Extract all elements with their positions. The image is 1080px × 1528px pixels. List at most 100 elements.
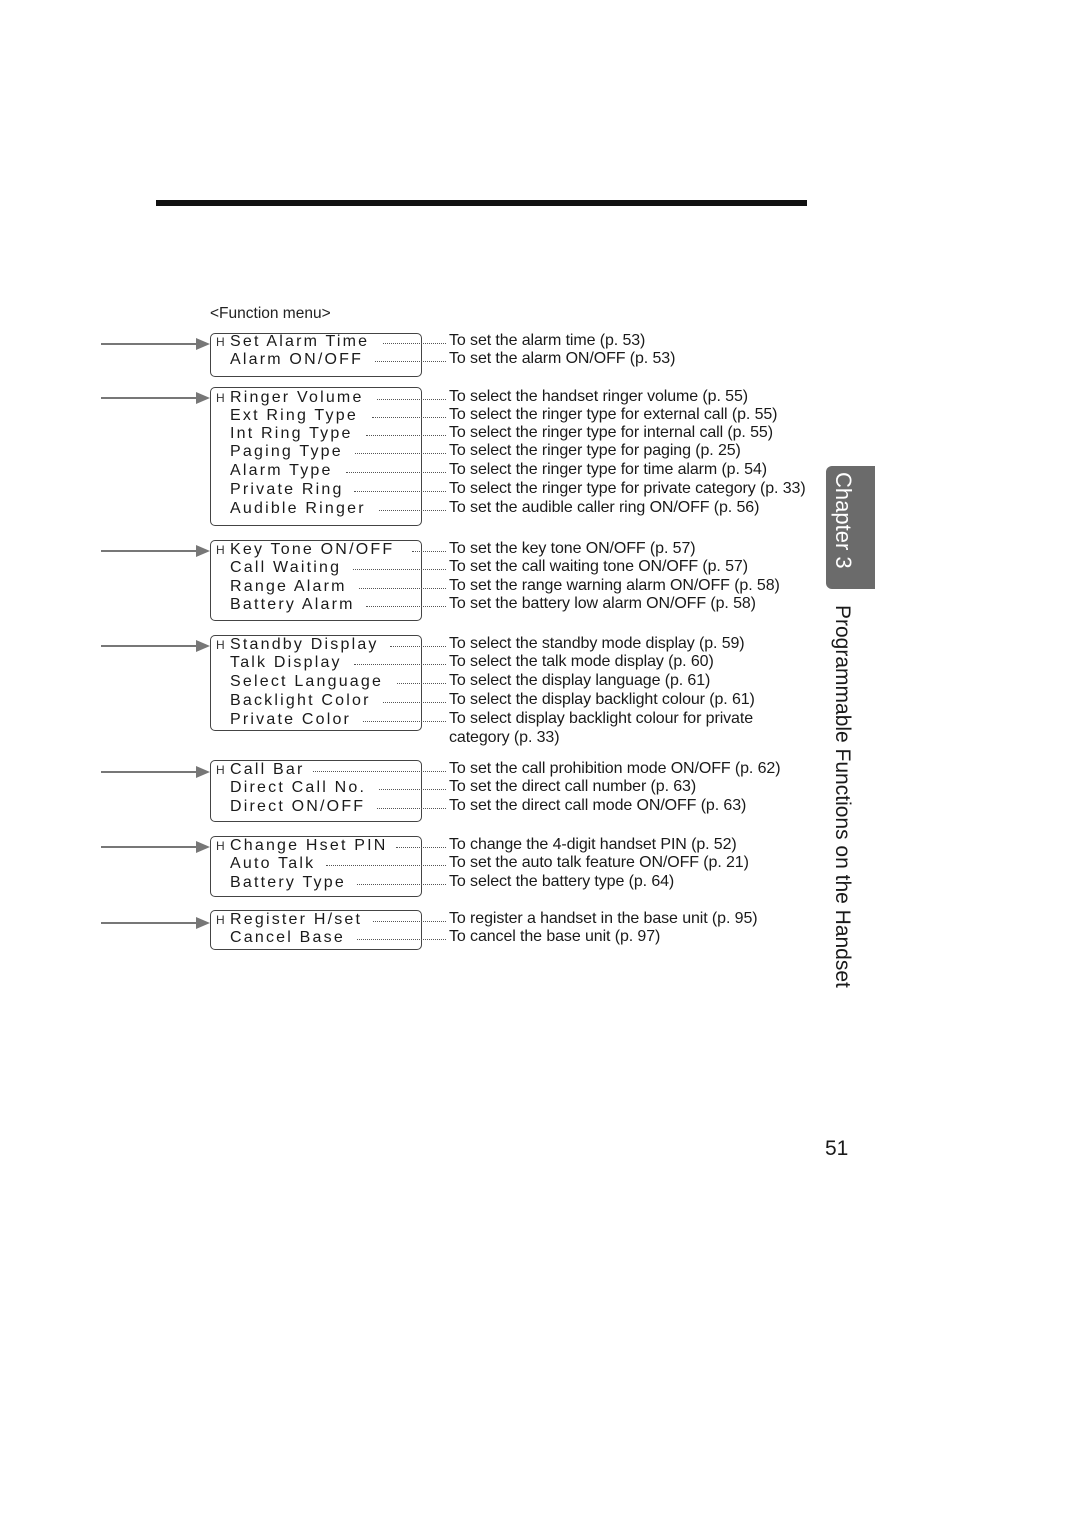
pointer-arrow-icon [101, 640, 210, 652]
menu-item-description: To select the ringer type for external c… [449, 406, 778, 423]
dotted-leader [383, 343, 446, 344]
menu-item-label: Call Bar [230, 761, 305, 778]
menu-group-box: H Set Alarm Time Alarm ON/OFF [210, 333, 422, 377]
menu-group-box: H Change Hset PIN Auto Talk Battery Type [210, 836, 422, 897]
menu-item-label: Battery Type [230, 874, 346, 891]
dotted-leader [363, 721, 446, 722]
menu-item-description: To set the alarm time (p. 53) [449, 332, 646, 349]
menu-item[interactable]: Ext Ring Type [211, 407, 421, 425]
top-rule [156, 200, 807, 206]
menu-item[interactable]: Backlight Color [211, 692, 421, 710]
pointer-arrow-icon [101, 545, 210, 557]
menu-item-label: Direct Call No. [230, 779, 367, 796]
menu-item-description: To set the direct call number (p. 63) [449, 778, 697, 795]
menu-item-label: Private Ring [230, 481, 344, 498]
menu-item-label: Paging Type [230, 443, 343, 460]
cursor-icon: H [216, 763, 225, 777]
menu-item[interactable]: Talk Display [211, 654, 421, 672]
menu-item[interactable]: H Register H/set [211, 911, 421, 929]
menu-item[interactable]: H Ringer Volume [211, 389, 421, 407]
menu-group-box: H Key Tone ON/OFF Call Waiting Range Alarm B… [210, 540, 422, 621]
dotted-leader [346, 472, 446, 473]
menu-item-description: To select the handset ringer volume (p. … [449, 388, 748, 405]
page-number: 51 [825, 1137, 849, 1160]
menu-group-box: H Call Bar Direct Call No. Direct ON/OFF [210, 760, 422, 822]
menu-item-label: Alarm Type [230, 462, 333, 479]
chapter-label: Chapter 3 [831, 472, 856, 569]
dotted-leader [373, 921, 446, 922]
menu-item-description: To select the ringer type for time alarm… [449, 461, 767, 478]
menu-group-box: H Register H/set Cancel Base [210, 910, 422, 950]
menu-item-label: Standby Display [230, 636, 379, 653]
menu-item-label: Talk Display [230, 654, 342, 671]
pointer-arrow-icon [101, 338, 210, 350]
pointer-arrow-icon [101, 841, 210, 853]
dotted-leader [397, 683, 446, 684]
menu-item[interactable]: H Call Bar [211, 761, 421, 779]
menu-item[interactable]: Private Ring [211, 481, 421, 499]
menu-item-label: Register H/set [230, 911, 363, 928]
menu-item-label: Range Alarm [230, 578, 347, 595]
menu-item[interactable]: Call Waiting [211, 559, 421, 577]
menu-item-label: Change Hset PIN [230, 837, 388, 854]
menu-item-description: To select the talk mode display (p. 60) [449, 653, 714, 670]
menu-item-label: Audible Ringer [230, 500, 366, 517]
menu-item-label: Int Ring Type [230, 425, 353, 442]
menu-item-description: To set the audible caller ring ON/OFF (p… [449, 499, 760, 516]
dotted-leader [354, 664, 446, 665]
menu-item[interactable]: Auto Talk [211, 855, 421, 873]
menu-item-description: To change the 4-digit handset PIN (p. 52… [449, 836, 737, 853]
menu-item-label: Direct ON/OFF [230, 798, 366, 815]
menu-item-description: To select display backlight colour for p… [449, 710, 753, 727]
menu-item-description: To select the ringer type for paging (p.… [449, 442, 741, 459]
menu-item[interactable]: Select Language [211, 673, 421, 691]
menu-item-label: Ext Ring Type [230, 407, 358, 424]
menu-item[interactable]: Paging Type [211, 443, 421, 461]
menu-item[interactable]: H Change Hset PIN [211, 837, 421, 855]
dotted-leader [313, 771, 446, 772]
menu-item-description: To set the direct call mode ON/OFF (p. 6… [449, 797, 747, 814]
menu-item[interactable]: Cancel Base [211, 929, 421, 947]
dotted-leader [412, 551, 446, 552]
menu-item[interactable]: Alarm ON/OFF [211, 351, 421, 369]
pointer-arrow-icon [101, 392, 210, 404]
menu-item[interactable]: Private Color [211, 711, 421, 729]
menu-item-label: Auto Talk [230, 855, 316, 872]
cursor-icon: H [216, 638, 225, 652]
dotted-leader [390, 646, 446, 647]
menu-item-description: To set the call prohibition mode ON/OFF … [449, 760, 781, 777]
menu-item-description: To cancel the base unit (p. 97) [449, 928, 661, 945]
dotted-leader [326, 865, 446, 866]
dotted-leader [357, 939, 446, 940]
dotted-leader [359, 588, 446, 589]
menu-item[interactable]: Int Ring Type [211, 425, 421, 443]
menu-item-label: Key Tone ON/OFF [230, 541, 395, 558]
menu-item-label: Set Alarm Time [230, 333, 370, 350]
cursor-icon: H [216, 839, 225, 853]
menu-item[interactable]: Battery Alarm [211, 596, 421, 614]
section-title: Programmable Functions on the Handset [831, 605, 854, 988]
menu-item[interactable]: H Key Tone ON/OFF [211, 541, 421, 559]
menu-item[interactable]: H Set Alarm Time [211, 333, 421, 351]
pointer-arrow-icon [101, 917, 210, 929]
menu-item-label: Private Color [230, 711, 352, 728]
menu-item[interactable]: H Standby Display [211, 636, 421, 654]
menu-item[interactable]: Battery Type [211, 874, 421, 892]
menu-item-label: Alarm ON/OFF [230, 351, 364, 368]
menu-item-description: To register a handset in the base unit (… [449, 910, 758, 927]
dotted-leader [377, 399, 446, 400]
menu-item-label: Cancel Base [230, 929, 345, 946]
dotted-leader [353, 569, 446, 570]
menu-item[interactable]: Range Alarm [211, 578, 421, 596]
menu-item-description: To select the ringer type for private ca… [449, 480, 806, 497]
menu-item-description: To set the auto talk feature ON/OFF (p. … [449, 854, 749, 871]
menu-item-description: To set the key tone ON/OFF (p. 57) [449, 540, 696, 557]
dotted-leader [379, 789, 446, 790]
menu-item[interactable]: Direct ON/OFF [211, 798, 421, 816]
menu-item[interactable]: Direct Call No. [211, 779, 421, 797]
menu-item-label: Battery Alarm [230, 596, 355, 613]
menu-item[interactable]: Audible Ringer [211, 500, 421, 518]
menu-group-box: H Standby Display Talk Display Select Langu… [210, 635, 422, 731]
cursor-icon: H [216, 335, 225, 349]
menu-item[interactable]: Alarm Type [211, 462, 421, 480]
